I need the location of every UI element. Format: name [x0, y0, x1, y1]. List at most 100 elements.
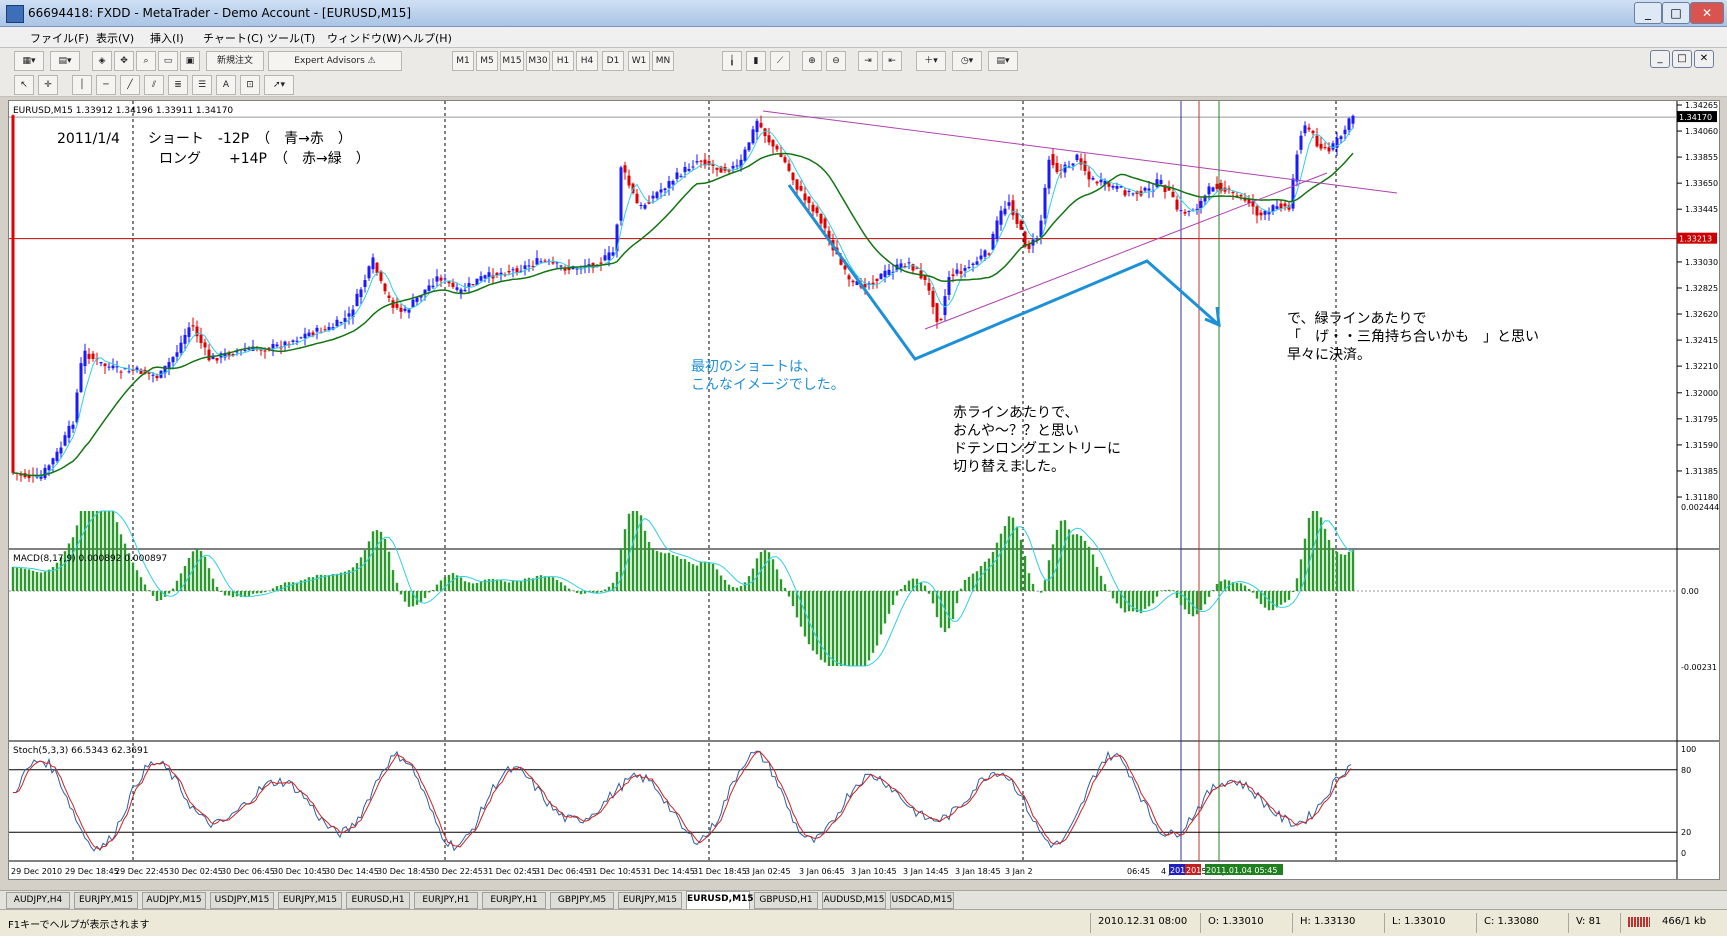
candle-body [456, 287, 459, 289]
chart-tab[interactable]: EURJPY,M15 [278, 892, 342, 909]
data-window-icon[interactable]: ⌕ [136, 51, 156, 71]
chart-tab[interactable]: EURJPY,H1 [414, 892, 478, 909]
macd-bar [896, 591, 898, 596]
chart-canvas[interactable]: 29 Dec 201029 Dec 18:4529 Dec 22:4530 De… [9, 101, 1719, 879]
macd-bar [908, 581, 910, 591]
time-marker-blue: 201 [1170, 866, 1185, 875]
candle-body [672, 181, 675, 185]
terminal-icon[interactable]: ▭ [158, 51, 178, 71]
candle-body [804, 193, 807, 200]
candle-body [768, 135, 771, 142]
chart-tab[interactable]: EURJPY,M15 [74, 892, 138, 909]
chart-tab[interactable]: USDJPY,M15 [210, 892, 274, 909]
period-m15[interactable]: M15 [500, 51, 524, 71]
time-tick-label: 3 Jan 02:45 [745, 867, 791, 876]
macd-bar [900, 589, 902, 591]
label-icon[interactable]: ⊡ [240, 75, 260, 95]
arrows-icon[interactable]: ➚▾ [264, 75, 294, 95]
child-restore-button[interactable]: □ [1672, 50, 1692, 68]
candle-body [952, 274, 955, 276]
period-h1[interactable]: H1 [552, 51, 574, 71]
candle-body [1088, 172, 1091, 180]
period-mn[interactable]: MN [652, 51, 674, 71]
macd-bar [780, 579, 782, 591]
period-m1[interactable]: M1 [452, 51, 474, 71]
text-icon[interactable]: A [216, 75, 236, 95]
expert-advisors-button[interactable]: Expert Advisors ⚠ [268, 51, 402, 71]
cursor-icon[interactable]: ↖ [14, 75, 34, 95]
stoch-tick-label: 0 [1681, 849, 1686, 858]
menu-view[interactable]: 表示(V) [96, 30, 134, 46]
fibo-fan-icon[interactable]: ☰ [192, 75, 212, 95]
macd-bar [392, 570, 394, 591]
menu-window[interactable]: ウィンドウ(W) [327, 30, 401, 46]
period-m30[interactable]: M30 [526, 51, 550, 71]
menu-chart[interactable]: チャート(C) [203, 30, 263, 46]
macd-bar [632, 511, 634, 591]
minimize-button[interactable]: _ [1634, 2, 1662, 24]
window-title: 66694418: FXDD - MetaTrader - Demo Accou… [28, 6, 411, 20]
chart-tab[interactable]: EURUSD,M15 [686, 891, 750, 910]
candle-chart-icon[interactable]: ▮ [746, 51, 766, 71]
navigator-icon[interactable]: ✥ [114, 51, 134, 71]
close-button[interactable]: ✕ [1690, 2, 1724, 24]
vertical-line-icon[interactable]: │ [72, 75, 92, 95]
autoscroll-icon[interactable]: ⇥ [858, 51, 878, 71]
zoom-out-icon[interactable]: ⊖ [826, 51, 846, 71]
new-order-label: 新規注文 [217, 56, 253, 66]
menu-help[interactable]: ヘルプ(H) [402, 30, 452, 46]
period-h4[interactable]: H4 [576, 51, 598, 71]
candle-body [1076, 155, 1079, 160]
chart-tab[interactable]: EURUSD,H1 [346, 892, 410, 909]
templates-icon[interactable]: ▤▾ [988, 51, 1018, 71]
candle-body [788, 164, 791, 171]
macd-bar [1008, 516, 1010, 591]
channel-icon[interactable]: ⫽ [144, 75, 164, 95]
line-chart-icon[interactable]: ⟋ [770, 51, 790, 71]
menu-insert[interactable]: 挿入(I) [150, 30, 184, 46]
macd-bar [532, 578, 534, 591]
period-d1[interactable]: D1 [602, 51, 624, 71]
maximize-button[interactable]: □ [1662, 2, 1690, 24]
child-close-button[interactable]: ✕ [1694, 50, 1714, 68]
new-order-button[interactable]: 新規注文 [206, 51, 264, 71]
zoom-in-icon[interactable]: ⊕ [802, 51, 822, 71]
macd-bar [216, 587, 218, 591]
menu-tools[interactable]: ツール(T) [267, 30, 315, 46]
indicators-icon[interactable]: ＋▾ [916, 51, 946, 71]
candle-body [396, 304, 399, 308]
macd-bar [600, 591, 602, 592]
chart-tab[interactable]: USDCAD,M15 [890, 892, 954, 909]
candle-body [1100, 180, 1103, 183]
period-m5[interactable]: M5 [476, 51, 498, 71]
bar-chart-icon[interactable]: ╽ [722, 51, 742, 71]
fibo-icon[interactable]: ≣ [168, 75, 188, 95]
macd-bar [720, 575, 722, 591]
status-low: L: 1.33010 [1392, 916, 1445, 927]
crosshair-icon[interactable]: ✛ [38, 75, 58, 95]
chart-tab[interactable]: EURJPY,M15 [618, 892, 682, 909]
macd-bar [1124, 591, 1126, 612]
macd-bar [644, 531, 646, 591]
candle-body [284, 342, 287, 346]
chart-tab[interactable]: GBPUSD,H1 [754, 892, 818, 909]
chart-tab[interactable]: EURJPY,H1 [482, 892, 546, 909]
chart-tab[interactable]: GBPJPY,M5 [550, 892, 614, 909]
period-w1[interactable]: W1 [628, 51, 650, 71]
profiles-icon[interactable]: ▤▾ [50, 51, 80, 71]
periodicity-icon[interactable]: ◷▾ [952, 51, 982, 71]
chart-tab[interactable]: AUDJPY,M15 [142, 892, 206, 909]
menu-file[interactable]: ファイル(F) [30, 30, 89, 46]
chart-tab[interactable]: AUDJPY,H4 [6, 892, 70, 909]
new-chart-icon[interactable]: ▦▾ [14, 51, 44, 71]
candle-body [1016, 213, 1019, 224]
chart-window[interactable]: 29 Dec 201029 Dec 18:4529 Dec 22:4530 De… [8, 100, 1720, 880]
candle-body [908, 262, 911, 263]
trendline-icon[interactable]: ╱ [120, 75, 140, 95]
horizontal-line-icon[interactable]: ─ [96, 75, 116, 95]
chart-shift-icon[interactable]: ⇤ [882, 51, 902, 71]
child-minimize-button[interactable]: _ [1650, 50, 1670, 68]
market-watch-icon[interactable]: ◈ [92, 51, 112, 71]
strategy-tester-icon[interactable]: ▣ [180, 51, 200, 71]
chart-tab[interactable]: AUDUSD,M15 [822, 892, 886, 909]
